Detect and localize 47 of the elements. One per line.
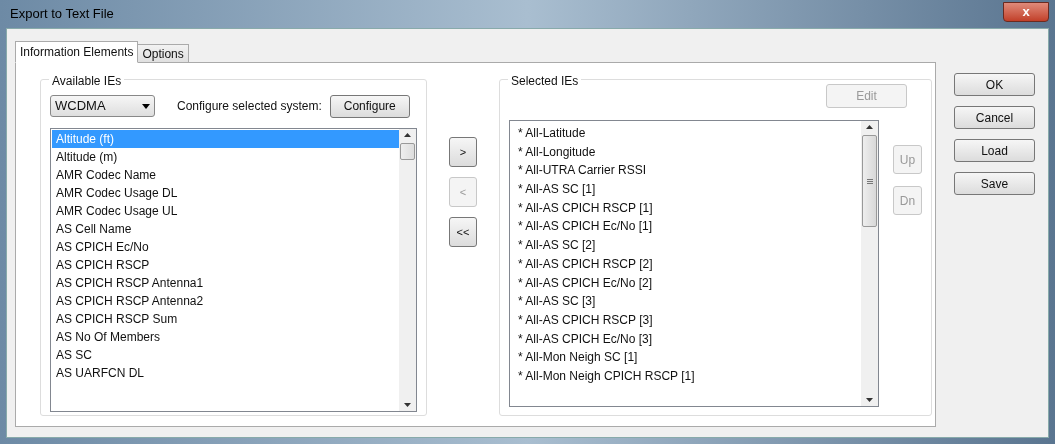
dialog-button[interactable]: OK	[954, 73, 1035, 96]
list-item[interactable]: AS CPICH RSCP Sum	[52, 310, 399, 328]
list-item[interactable]: AS CPICH RSCP Antenna2	[52, 292, 399, 310]
list-item[interactable]: Altitude (m)	[52, 148, 399, 166]
move-button[interactable]: >	[449, 137, 477, 167]
scroll-down-icon[interactable]	[866, 398, 873, 402]
list-item[interactable]: AS UARFCN DL	[52, 364, 399, 382]
list-item[interactable]: * All-Longitude	[518, 142, 861, 162]
list-item[interactable]: * All-AS SC [3]	[518, 292, 861, 311]
list-item[interactable]: * All-AS CPICH Ec/No [2]	[518, 273, 861, 293]
list-item[interactable]: AS CPICH Ec/No	[52, 238, 399, 256]
grip-icon	[866, 178, 873, 184]
dialog-button[interactable]: Save	[954, 172, 1035, 195]
list-item[interactable]: * All-Mon Neigh CPICH RSCP [1]	[518, 366, 861, 386]
dialog-button[interactable]: Cancel	[954, 106, 1035, 129]
scroll-thumb[interactable]	[862, 135, 877, 227]
scroll-down-icon[interactable]	[404, 403, 411, 407]
system-dropdown[interactable]: WCDMA	[50, 95, 155, 117]
configure-label: Configure selected system:	[177, 98, 322, 115]
list-item[interactable]: AMR Codec Usage UL	[52, 202, 399, 220]
list-item[interactable]: AS SC	[52, 346, 399, 364]
close-button[interactable]: x	[1003, 2, 1049, 22]
list-item[interactable]: * All-AS SC [2]	[518, 236, 861, 255]
scroll-thumb[interactable]	[400, 143, 415, 160]
list-item[interactable]: * All-AS CPICH RSCP [3]	[518, 310, 861, 330]
list-item[interactable]: AMR Codec Name	[52, 166, 399, 184]
scroll-up-icon[interactable]	[866, 125, 873, 129]
list-item[interactable]: * All-AS CPICH RSCP [2]	[518, 254, 861, 274]
dialog-button[interactable]: Load	[954, 139, 1035, 162]
list-item[interactable]: * All-Latitude	[518, 124, 861, 143]
list-item[interactable]: * All-AS SC [1]	[518, 180, 861, 199]
window-title: Export to Text File	[9, 5, 114, 24]
list-item[interactable]: * All-AS CPICH RSCP [1]	[518, 198, 861, 218]
tab[interactable]: Information Elements	[15, 41, 139, 63]
list-item[interactable]: * All-AS CPICH Ec/No [3]	[518, 329, 861, 349]
scroll-up-icon[interactable]	[404, 133, 411, 137]
list-item[interactable]: AMR Codec Usage DL	[52, 184, 399, 202]
configure-button[interactable]: Configure	[329, 94, 410, 118]
list-item[interactable]: * All-AS CPICH Ec/No [1]	[518, 217, 861, 237]
move-button[interactable]: <<	[449, 217, 477, 247]
list-item[interactable]: AS CPICH RSCP Antenna1	[52, 274, 399, 292]
dropdown-arrow-icon	[142, 103, 150, 109]
list-item[interactable]: AS Cell Name	[52, 220, 399, 238]
list-item[interactable]: AS CPICH RSCP	[52, 256, 399, 274]
list-item[interactable]: AS No Of Members	[52, 328, 399, 346]
list-item[interactable]: * All-UTRA Carrier RSSI	[518, 161, 861, 181]
list-item[interactable]: * All-Mon Neigh SC [1]	[518, 348, 861, 367]
